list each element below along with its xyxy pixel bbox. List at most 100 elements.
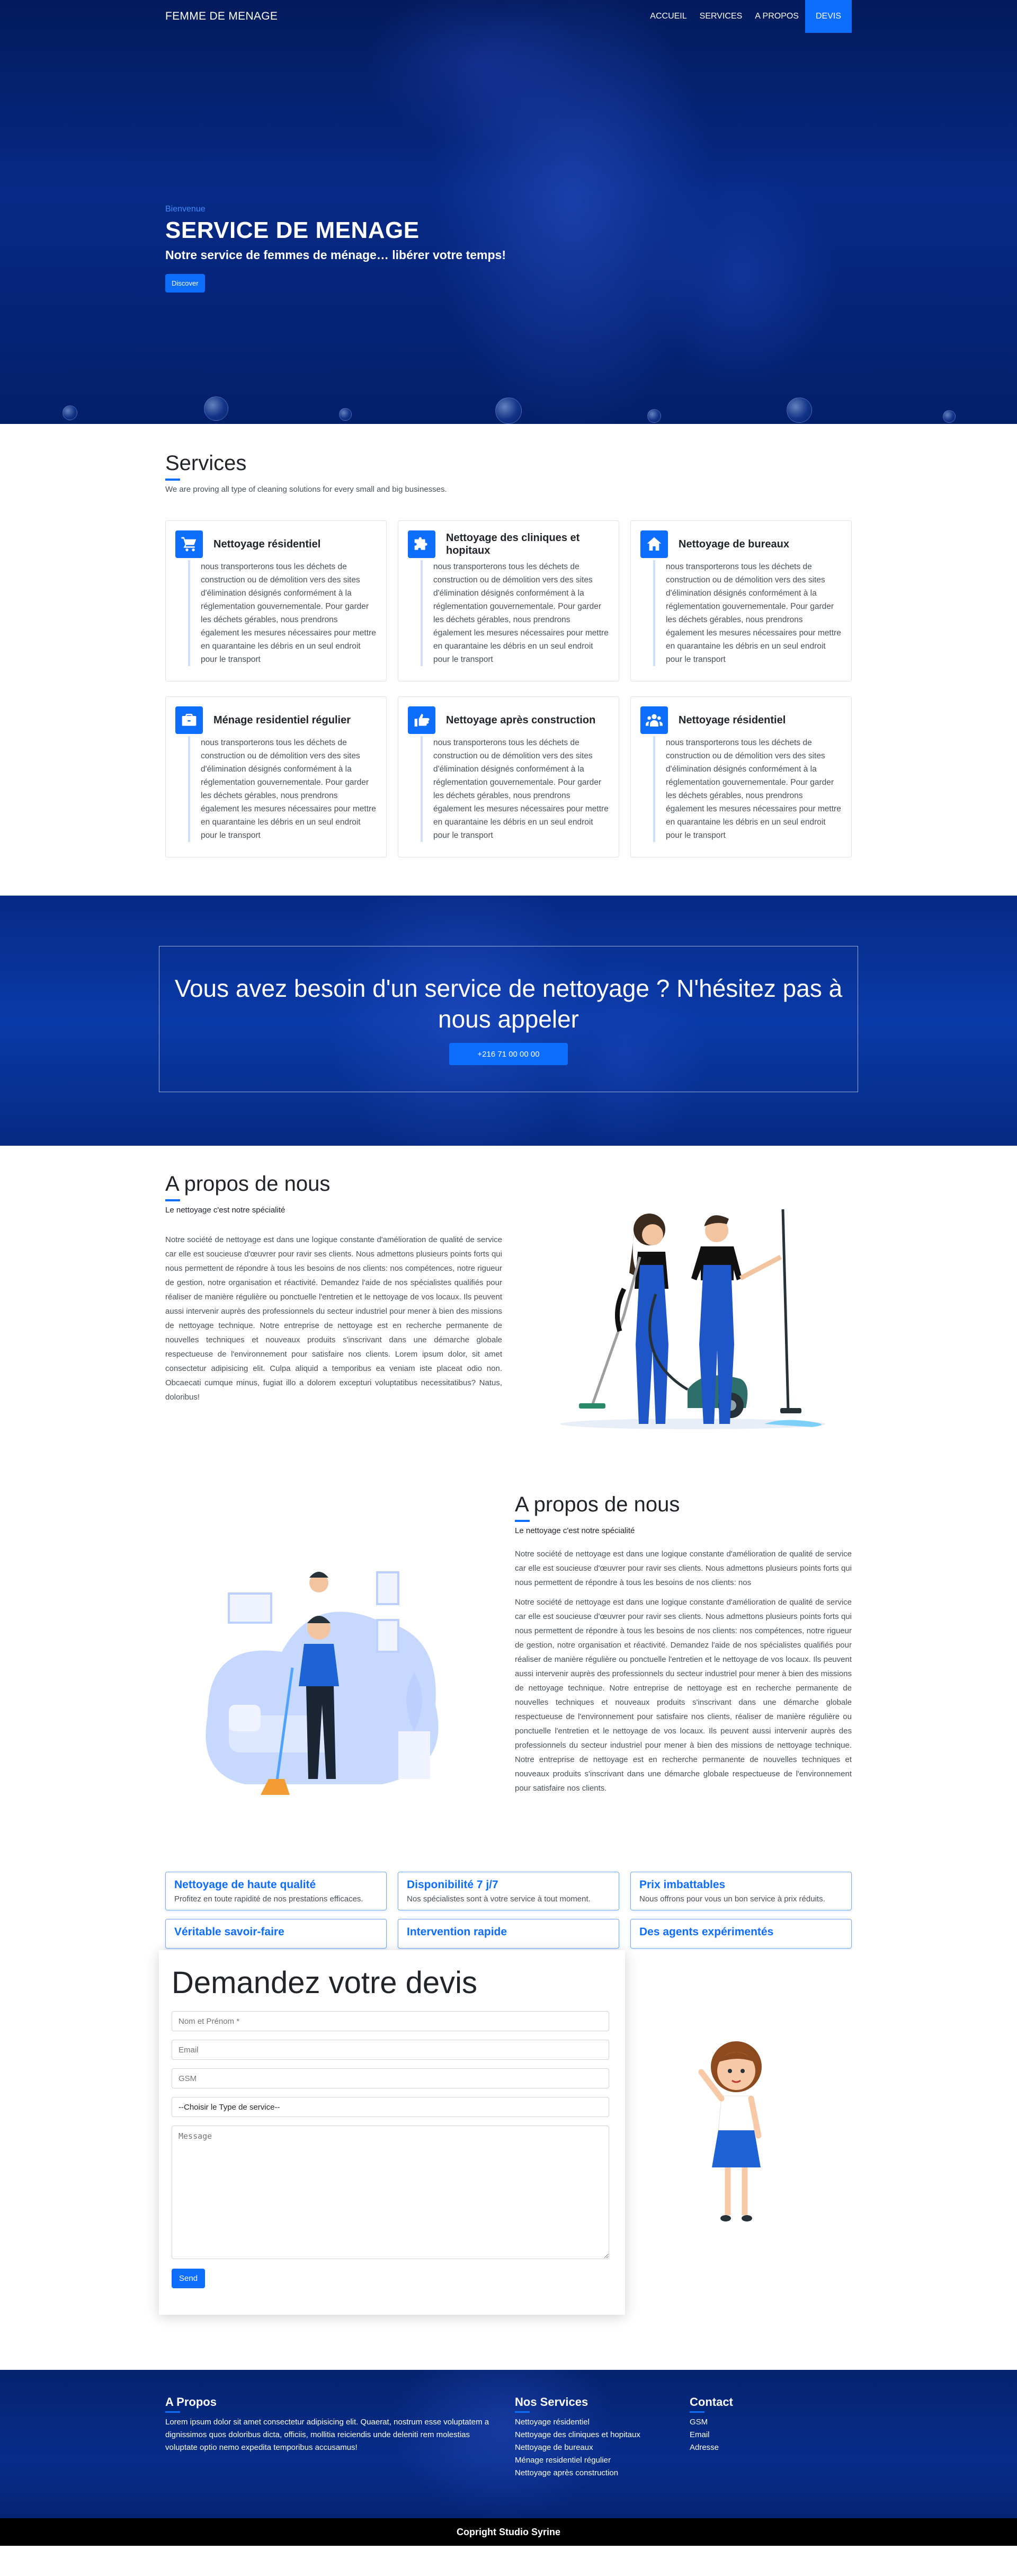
about-title: A propos de nous <box>515 1493 680 1516</box>
service-card[interactable]: Nettoyage résidentiel nous transporteron… <box>165 520 387 681</box>
send-button[interactable]: Send <box>172 2269 206 2288</box>
service-card[interactable]: Nettoyage résidentiel nous transporteron… <box>630 696 852 857</box>
nav-link-accueil[interactable]: ACCUEIL <box>644 0 693 33</box>
footer-contact-gsm[interactable]: GSM <box>690 2416 733 2429</box>
service-title: Nettoyage résidentiel <box>679 714 786 726</box>
footer-service-link[interactable]: Ménage residentiel régulier <box>515 2454 690 2467</box>
feature-card: Intervention rapide <box>398 1919 619 1949</box>
feature-title: Nettoyage de haute qualité <box>174 1879 316 1891</box>
cta-section: Vous avez besoin d'un service de nettoya… <box>0 896 1017 1146</box>
footer-about: A Propos Lorem ipsum dolor sit amet cons… <box>165 2395 515 2480</box>
about-paragraph: Notre société de nettoyage est dans une … <box>515 1598 852 1793</box>
cleaners-illustration <box>560 1209 825 1429</box>
feature-text: Nos spécialistes sont à votre service à … <box>407 1895 591 1904</box>
footer-contact-address[interactable]: Adresse <box>690 2441 733 2454</box>
footer-service-link[interactable]: Nettoyage de bureaux <box>515 2441 690 2454</box>
service-title: Nettoyage des cliniques et hopitaux <box>446 532 580 556</box>
message-textarea[interactable] <box>172 2126 609 2259</box>
footer-service-link[interactable]: Nettoyage après construction <box>515 2467 690 2480</box>
title-underline <box>165 1199 180 1201</box>
email-input[interactable] <box>172 2040 609 2060</box>
hero-content: Bienvenue SERVICE DE MENAGE Notre servic… <box>0 205 1017 293</box>
feature-card: Disponibilité 7 j/7 Nos spécialistes son… <box>398 1872 619 1910</box>
feature-text: Nous offrons pour vous un bon service à … <box>639 1895 825 1904</box>
service-text: nous transporterons tous les déchets de … <box>188 736 378 842</box>
footer-service-link[interactable]: Nettoyage des cliniques et hopitaux <box>515 2429 690 2441</box>
feature-text: Profitez en toute rapidité de nos presta… <box>174 1895 363 1904</box>
footer-contact-email[interactable]: Email <box>690 2429 733 2441</box>
about-section-2: A propos de nous Le nettoyage c'est notr… <box>0 1477 1017 1872</box>
feature-title: Véritable savoir-faire <box>174 1926 284 1938</box>
gsm-input[interactable] <box>172 2068 609 2088</box>
footer-about-text: Lorem ipsum dolor sit amet consectetur a… <box>165 2418 489 2452</box>
service-title: Nettoyage résidentiel <box>213 538 321 550</box>
bubble-decoration <box>339 408 352 421</box>
feature-title: Disponibilité 7 j/7 <box>407 1879 498 1891</box>
service-select-value: --Choisir le Type de service-- <box>179 2102 280 2112</box>
man-sweeping-illustration <box>165 1493 483 1853</box>
services-section: Services We are proving all type of clea… <box>0 424 1017 896</box>
features-grid: Nettoyage de haute qualité Profitez en t… <box>165 1872 852 1949</box>
footer-services-title: Nos Services <box>515 2395 588 2409</box>
bubble-decoration <box>63 405 77 420</box>
service-text: nous transporterons tous les déchets de … <box>188 560 378 666</box>
nav-link-services[interactable]: SERVICES <box>693 0 749 33</box>
footer: A Propos Lorem ipsum dolor sit amet cons… <box>0 2370 1017 2518</box>
bubble-decoration <box>204 396 228 421</box>
cta-box: Vous avez besoin d'un service de nettoya… <box>159 946 858 1092</box>
service-text: nous transporterons tous les déchets de … <box>421 560 610 666</box>
about-subtitle: Le nettoyage c'est notre spécialité <box>165 1206 286 1215</box>
title-underline <box>165 2411 180 2413</box>
navbar: FEMME DE MENAGE ACCUEIL SERVICES A PROPO… <box>0 0 1017 33</box>
briefcase-icon <box>175 706 203 734</box>
service-select[interactable]: --Choisir le Type de service-- <box>172 2097 609 2117</box>
service-card[interactable]: Nettoyage après construction nous transp… <box>398 696 619 857</box>
service-title: Ménage residentiel régulier <box>213 714 351 726</box>
name-input[interactable] <box>172 2011 609 2031</box>
feature-card: Véritable savoir-faire <box>165 1919 387 1949</box>
title-underline <box>515 1520 530 1522</box>
features-section: Nettoyage de haute qualité Profitez en t… <box>0 1872 1017 1950</box>
service-text: nous transporterons tous les déchets de … <box>653 736 843 842</box>
house-icon <box>640 530 668 558</box>
feature-title: Intervention rapide <box>407 1926 507 1938</box>
services-grid: Nettoyage résidentiel nous transporteron… <box>165 520 852 857</box>
title-underline <box>690 2411 704 2413</box>
footer-service-link[interactable]: Nettoyage résidentiel <box>515 2416 690 2429</box>
nav-link-devis[interactable]: DEVIS <box>805 0 852 33</box>
quote-form: Demandez votre devis --Choisir le Type d… <box>159 1950 625 2315</box>
phone-button[interactable]: +216 71 00 00 00 <box>449 1043 568 1065</box>
service-card[interactable]: Ménage residentiel régulier nous transpo… <box>165 696 387 857</box>
service-card[interactable]: Nettoyage de bureaux nous transporterons… <box>630 520 852 681</box>
hero-subtitle: Notre service de femmes de ménage… libér… <box>165 248 506 262</box>
discover-button[interactable]: Discover <box>165 274 205 293</box>
feature-card: Nettoyage de haute qualité Profitez en t… <box>165 1872 387 1910</box>
nav-link-a-propos[interactable]: A PROPOS <box>748 0 805 33</box>
cart-icon <box>175 530 203 558</box>
cta-title: Vous avez besoin d'un service de nettoya… <box>174 975 843 1033</box>
service-text: nous transporterons tous les déchets de … <box>653 560 843 666</box>
about-title: A propos de nous <box>165 1172 331 1196</box>
people-icon <box>640 706 668 734</box>
feature-title: Des agents expérimentés <box>639 1926 774 1938</box>
quote-section: Demandez votre devis --Choisir le Type d… <box>0 1950 1017 2370</box>
service-card[interactable]: Nettoyage des cliniques et hopitaux nous… <box>398 520 619 681</box>
services-title: Services <box>165 452 247 475</box>
nav-links: ACCUEIL SERVICES A PROPOS DEVIS <box>644 0 852 33</box>
about-paragraph: Notre société de nettoyage est dans une … <box>165 1235 502 1402</box>
about-subtitle: Le nettoyage c'est notre spécialité <box>515 1526 635 1535</box>
bubble-decoration <box>787 397 812 423</box>
brand-logo[interactable]: FEMME DE MENAGE <box>165 10 278 23</box>
bubble-decoration <box>943 410 956 423</box>
about-section-1: A propos de nous Le nettoyage c'est notr… <box>0 1146 1017 1477</box>
puzzle-icon <box>408 530 435 558</box>
bubble-decoration <box>647 409 661 423</box>
hero-eyebrow: Bienvenue <box>165 205 206 214</box>
quote-title: Demandez votre devis <box>172 1966 478 2000</box>
woman-waving-illustration <box>698 2041 762 2221</box>
footer-contact: Contact GSM Email Adresse <box>690 2395 733 2480</box>
about-paragraph-short: Notre société de nettoyage est dans une … <box>515 1550 852 1587</box>
footer-about-title: A Propos <box>165 2395 217 2409</box>
footer-contact-title: Contact <box>690 2395 733 2409</box>
hand-pointing-icon <box>408 706 435 734</box>
